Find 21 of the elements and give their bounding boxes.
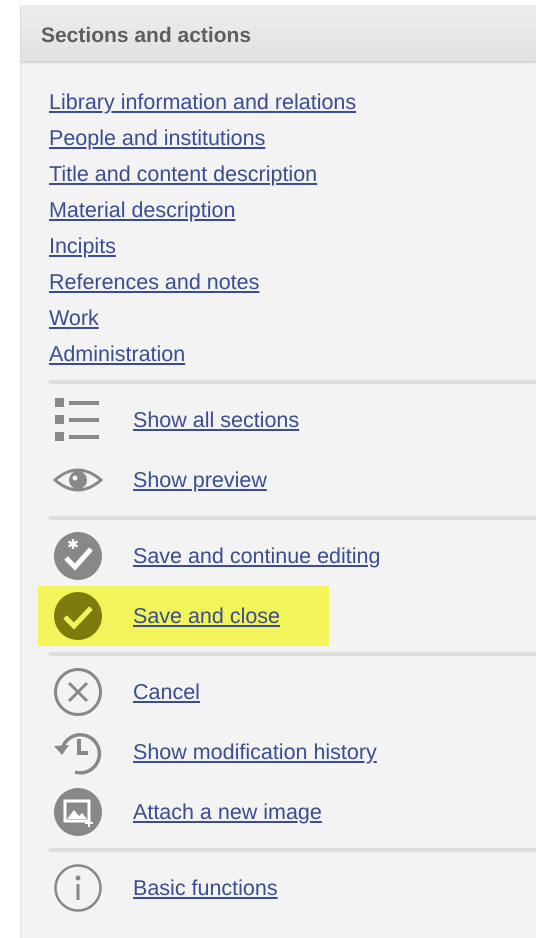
action-link[interactable]: Attach a new image bbox=[133, 796, 322, 828]
info-icon[interactable] bbox=[53, 863, 103, 913]
section-link[interactable]: References and notes bbox=[49, 270, 260, 294]
action-link[interactable]: Show all sections bbox=[133, 404, 300, 436]
action-link[interactable]: Show modification history bbox=[133, 736, 377, 768]
section-link[interactable]: Library information and relations bbox=[49, 90, 356, 114]
close-icon[interactable] bbox=[53, 667, 103, 717]
action-link[interactable]: Cancel bbox=[133, 676, 200, 708]
section-link[interactable]: Incipits bbox=[49, 234, 116, 258]
section-link[interactable]: People and institutions bbox=[49, 126, 266, 150]
action-link[interactable]: Save and continue editing bbox=[133, 540, 380, 572]
action-link[interactable]: Show preview bbox=[133, 464, 267, 496]
action-link[interactable]: Save and close bbox=[133, 600, 280, 632]
section-link[interactable]: Material description bbox=[49, 198, 236, 222]
section-link[interactable]: Title and content description bbox=[49, 162, 318, 186]
section-link[interactable]: Work bbox=[49, 306, 99, 330]
image-icon[interactable] bbox=[53, 787, 103, 837]
section-link[interactable]: Administration bbox=[49, 342, 186, 366]
check-icon[interactable] bbox=[53, 591, 103, 641]
action-link[interactable]: Basic functions bbox=[133, 872, 278, 904]
panel-title: Sections and actions bbox=[41, 24, 252, 47]
